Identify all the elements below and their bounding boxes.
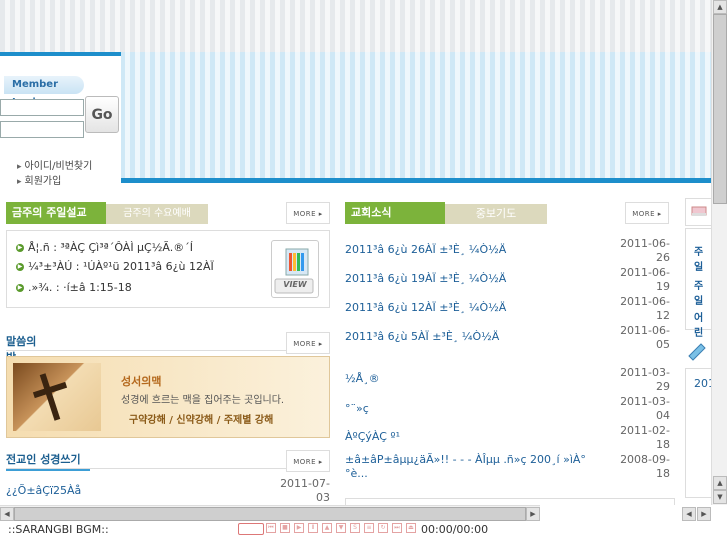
news-more-button[interactable]: MORE <box>625 202 669 224</box>
bible-writing-item[interactable]: ¿¿Õ±âÇï25Àå <box>6 484 81 497</box>
header-top-band <box>0 0 711 52</box>
prayer-date: 2011-03-29 <box>620 366 670 393</box>
tab-wednesday-service[interactable]: 금주의 수요예배 <box>106 204 208 224</box>
view-video-button[interactable]: VIEW <box>271 240 319 298</box>
player-display <box>238 523 264 535</box>
prayer-date: 2011-03-04 <box>620 395 670 422</box>
tab-intercession[interactable]: 중보기도 <box>445 204 547 224</box>
cross-vertical <box>39 373 61 421</box>
sermon-title: Å¦.ñ : ³ªÀÇ Çì³ª´ÔÀÌ µÇ½Ã.®´Í <box>28 241 193 254</box>
prayer-item[interactable]: °¨»ç <box>345 402 369 415</box>
horizontal-scroll-thumb[interactable] <box>14 507 526 521</box>
news-date: 2011-06-19 <box>620 266 670 293</box>
news-date: 2011-06-05 <box>620 324 670 351</box>
scroll-up-icon[interactable]: ▲ <box>713 476 727 490</box>
bgm-player-bar: ::SARANGBI BGM:: ⏮ ■ ▶ Ⅱ ▲ ▼ S ≡ ↻ ⏭ ⏏ 0… <box>0 521 727 545</box>
stop-icon[interactable]: ■ <box>280 523 290 533</box>
right-panel-item[interactable]: 어린 <box>694 309 711 339</box>
vertical-scroll-thumb[interactable] <box>713 14 727 204</box>
prayer-item[interactable]: ½Å¸® <box>345 372 380 385</box>
right-panel-box: 주일 주일 어린 <box>685 228 711 339</box>
register-link[interactable]: 회원가입 <box>17 172 62 187</box>
view-label: VIEW <box>283 280 307 289</box>
eject-icon[interactable]: ⏏ <box>406 523 416 533</box>
book-icon <box>691 206 707 216</box>
shuffle-icon[interactable]: S <box>350 523 360 533</box>
prayer-item[interactable]: ±â±âP±âµµ¿äÃ»!! - - - ÀÎµµ .ñ»ç 200¸í »ì… <box>345 453 595 481</box>
news-item[interactable]: 2011³â 6¿ù 26ÀÏ ±³È¸ ¼Ò½Ä <box>345 243 506 256</box>
sermon-scripture: .»¾. : ·í±â 1:15-18 <box>28 281 132 294</box>
news-date: 2011-06-12 <box>620 295 670 322</box>
volume-down-icon[interactable]: ▼ <box>336 523 346 533</box>
scroll-up-icon[interactable]: ▲ <box>713 0 727 14</box>
tab-church-news-label: 교회소식 <box>351 206 392 219</box>
sermon-title-row[interactable]: ▶ Å¦.ñ : ³ªÀÇ Çì³ª´ÔÀÌ µÇ½Ã.®´Í <box>16 241 193 254</box>
bible-banner[interactable]: 성서의맥 성경에 흐르는 맥을 집어주는 곳입니다. 구약강해 / 신약강해 /… <box>6 356 330 438</box>
scroll-right-icon[interactable]: ▶ <box>526 507 540 521</box>
frame-horizontal-scroll[interactable]: ◀ ▶ <box>682 507 712 521</box>
right-panel-box-2: 201 <box>685 368 715 498</box>
prayer-date: 2008-09-18 <box>620 453 670 480</box>
scroll-left-icon[interactable]: ◀ <box>0 507 14 521</box>
password-input[interactable] <box>0 121 84 138</box>
pencil-icon <box>688 343 706 361</box>
sermon-scripture-row: ▶ .»¾. : ·í±â 1:15-18 <box>16 281 132 294</box>
play-icon[interactable]: ▶ <box>294 523 304 533</box>
login-go-button[interactable]: Go <box>85 96 119 133</box>
tab-church-news[interactable]: 교회소식 <box>345 202 445 224</box>
tab-sunday-sermon[interactable]: 금주의 주일설교 <box>6 202 106 224</box>
sermon-more-button[interactable]: MORE <box>286 202 330 224</box>
login-title: Member Login <box>4 76 84 108</box>
banner-title: 성서의맥 <box>121 375 162 388</box>
tab-sunday-sermon-label: 금주의 주일설교 <box>12 206 87 219</box>
news-date: 2011-06-26 <box>620 237 670 264</box>
scroll-left-icon[interactable]: ◀ <box>682 507 696 521</box>
right-panel-item[interactable]: 주일 <box>694 243 711 273</box>
scroll-down-icon[interactable]: ▼ <box>713 490 727 504</box>
vertical-scrollbar[interactable]: ▲ ▲ ▼ <box>711 0 727 505</box>
right-panel-header <box>685 198 711 226</box>
sermon-preacher-row: ▶ ¼³±³ÀÚ : ¹ÚÀº¹ü 2011³â 6¿ù 12ÀÏ <box>16 260 214 273</box>
prev-icon[interactable]: ⏮ <box>266 523 276 533</box>
pause-icon[interactable]: Ⅱ <box>308 523 318 533</box>
bible-writing-divider <box>6 468 330 469</box>
news-item[interactable]: 2011³â 6¿ù 12ÀÏ ±³È¸ ¼Ò½Ä <box>345 301 506 314</box>
volume-up-icon[interactable]: ▲ <box>322 523 332 533</box>
list-icon[interactable]: ≡ <box>364 523 374 533</box>
next-box-top <box>345 498 675 505</box>
player-time: 00:00/00:00 <box>421 523 489 536</box>
news-item[interactable]: 2011³â 6¿ù 5ÀÏ ±³È¸ ¼Ò½Ä <box>345 330 499 343</box>
user-id-input[interactable] <box>0 99 84 116</box>
word-room-divider <box>6 350 330 351</box>
word-room-more-button[interactable]: MORE <box>286 332 330 354</box>
right-panel-item[interactable]: 주일 <box>694 277 711 307</box>
bgm-label: ::SARANGBI BGM:: <box>8 523 109 536</box>
banner-links[interactable]: 구약강해 / 신약강해 / 주제별 강해 <box>129 411 273 426</box>
horizontal-scrollbar[interactable]: ◀ ▶ <box>0 505 540 521</box>
bible-cross-image <box>13 363 101 431</box>
bible-writing-date: 2011-07-03 <box>280 477 330 504</box>
repeat-icon[interactable]: ↻ <box>378 523 388 533</box>
prayer-item[interactable]: ÀºÇýÀÇ º¹ <box>345 430 400 443</box>
right-panel-header-2 <box>685 338 711 364</box>
bible-writing-more-button[interactable]: MORE <box>286 450 330 472</box>
sermon-preacher: ¼³±³ÀÚ : ¹ÚÀº¹ü 2011³â 6¿ù 12ÀÏ <box>28 260 214 273</box>
prayer-date: 2011-02-18 <box>620 424 670 451</box>
arrow-right-icon: ▶ <box>16 263 24 271</box>
news-item[interactable]: 2011³â 6¿ù 19ÀÏ ±³È¸ ¼Ò½Ä <box>345 272 506 285</box>
arrow-right-icon: ▶ <box>16 284 24 292</box>
find-id-password-link[interactable]: 아이디/비번찾기 <box>17 157 93 172</box>
banner-subtitle: 성경에 흐르는 맥을 집어주는 곳입니다. <box>121 395 285 406</box>
sermon-tabs: 금주의 주일설교 금주의 수요예배 <box>6 202 330 224</box>
arrow-right-icon: ▶ <box>16 244 24 252</box>
scroll-right-icon[interactable]: ▶ <box>697 507 711 521</box>
next-icon[interactable]: ⏭ <box>392 523 402 533</box>
